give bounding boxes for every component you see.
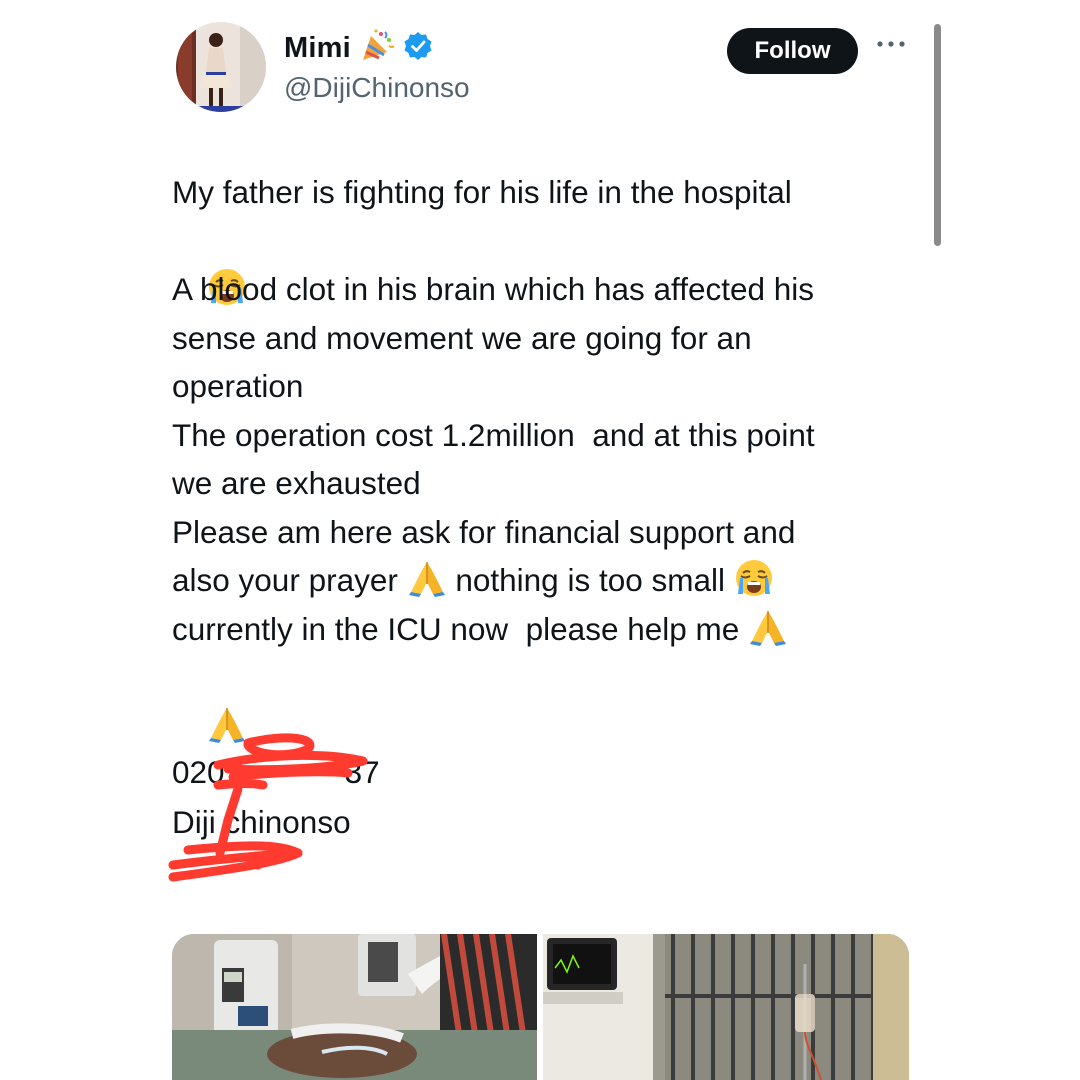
tweet-text-segment: also your prayer [172,562,407,598]
tweet-line: The operation cost 1.2million and at thi… [172,416,815,453]
tweet-line: we are exhausted [172,465,421,501]
tweet-line: also your prayer nothing is too small [172,556,932,605]
bank-details: 020 37 Diji chinonso [172,747,380,847]
verified-badge-icon [403,31,433,66]
tweet-line [172,217,932,266]
tweet-text-segment: currently in the ICU now please help me [172,610,749,647]
loudly-crying-face-icon [734,558,774,598]
hospital-bed-photo[interactable] [172,934,537,1080]
account-number-start: 020 [172,754,225,790]
tweet-line: Please am here ask for financial support… [172,513,796,550]
scrollbar-thumb[interactable] [934,24,941,246]
party-popper-icon [359,28,395,69]
folded-hands-icon [748,607,788,647]
more-horizontal-icon[interactable] [874,34,908,54]
folded-hands-icon [207,704,247,744]
account-number-end: 37 [344,754,380,790]
hospital-room-photo[interactable] [543,934,909,1080]
avatar[interactable] [176,22,266,112]
tweet-line: sense and movement we are going for an [172,319,752,356]
user-name-row[interactable]: Mimi [284,28,433,69]
folded-hands-icon [407,558,447,598]
tweet-line: A blood clot in his brain which has affe… [172,271,815,307]
tweet-text-segment: nothing is too small [446,562,734,598]
tweet-text: My father is fighting for his life in th… [172,168,932,702]
tweet-line: operation [172,368,304,404]
tweet-line [172,653,932,702]
follow-button[interactable]: Follow [727,28,858,74]
account-number: 020 37 [172,747,380,797]
account-name: Diji chinonso [172,804,351,840]
tweet-line: My father is fighting for his life in th… [172,174,792,210]
tweet-line: currently in the ICU now please help me [172,605,932,654]
user-handle[interactable]: @DijiChinonso [284,72,470,104]
display-name[interactable]: Mimi [284,32,351,65]
